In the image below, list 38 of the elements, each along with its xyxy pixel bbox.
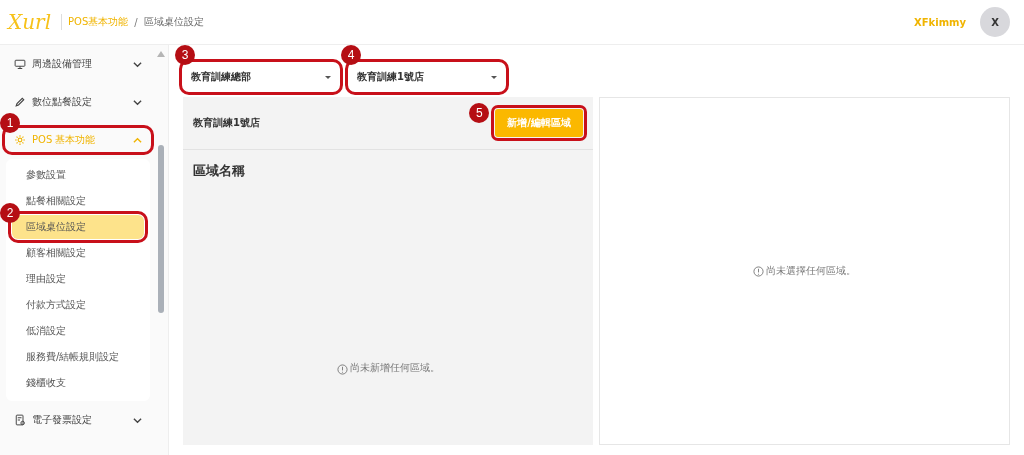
- chevron-down-icon: [133, 97, 143, 107]
- step-badge: 3: [175, 45, 195, 65]
- menu-group[interactable]: 數位點餐設定: [6, 91, 151, 113]
- step-badge: 4: [341, 45, 361, 65]
- store-name: 教育訓練1號店: [193, 116, 260, 130]
- caret-icon: [491, 75, 497, 79]
- empty-message: 尚未選擇任何區域。: [766, 264, 856, 278]
- chevron-down-icon: [133, 59, 143, 69]
- menu-item[interactable]: 付款方式設定: [26, 293, 86, 317]
- chevron-down-icon: [133, 415, 143, 425]
- menu-item[interactable]: 服務費/結帳規則設定: [26, 345, 120, 369]
- menu-item[interactable]: 顧客相關設定: [26, 241, 86, 265]
- document-icon: [14, 414, 26, 426]
- menu-group[interactable]: 電子發票設定: [6, 409, 151, 431]
- menu-item[interactable]: 點餐相關設定: [26, 189, 86, 213]
- menu-item[interactable]: 錢櫃收支: [26, 371, 66, 395]
- chevron-up-icon: [133, 135, 143, 145]
- menu-group[interactable]: 周邊設備管理: [6, 53, 151, 75]
- breadcrumb-separator: /: [134, 16, 138, 28]
- column-heading: 區域名稱: [192, 162, 246, 180]
- info-icon: [753, 265, 764, 277]
- monitor-icon: [14, 58, 26, 70]
- menu-item[interactable]: 參數設置: [26, 163, 66, 187]
- empty-message: 尚未新增任何區域。: [349, 361, 440, 375]
- avatar[interactable]: X: [980, 7, 1010, 37]
- menu-item[interactable]: 低消設定: [26, 319, 66, 343]
- scroll-up-icon[interactable]: [157, 51, 166, 57]
- breadcrumb-link[interactable]: 區域桌位設定: [143, 15, 204, 29]
- pen-icon: [14, 96, 26, 108]
- logo: Xurl: [8, 10, 52, 34]
- gear-icon: [14, 134, 26, 146]
- step-badge: 1: [0, 113, 20, 133]
- menu-item[interactable]: 理由設定: [26, 267, 66, 291]
- step-badge: 2: [0, 203, 20, 223]
- info-icon: [336, 364, 348, 375]
- step-badge: 5: [469, 103, 490, 123]
- caret-icon: [325, 75, 331, 79]
- scrollbar-thumb[interactable]: [158, 145, 165, 313]
